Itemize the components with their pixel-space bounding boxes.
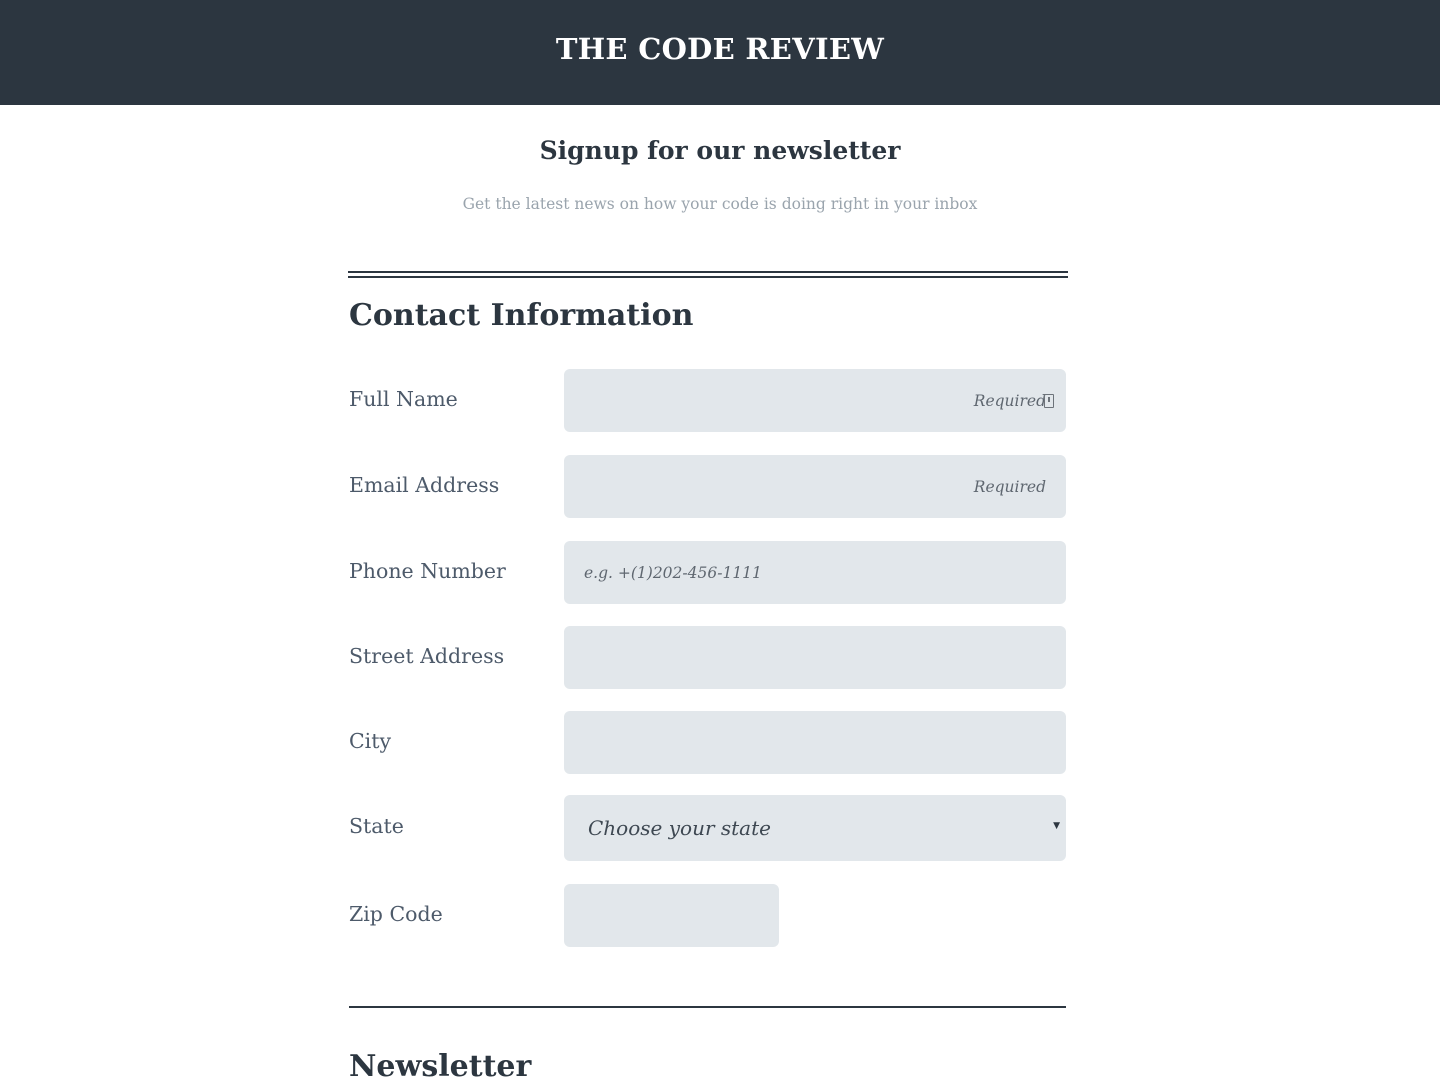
site-header: THE CODE REVIEW (0, 0, 1440, 105)
phone-input[interactable]: e.g. +(1)202-456-1111 (564, 541, 1066, 604)
newsletter-heading: Newsletter (349, 1049, 532, 1084)
street-label: Street Address (349, 644, 505, 668)
state-label: State (349, 814, 404, 838)
street-input[interactable] (564, 626, 1066, 689)
contact-information-heading: Contact Information (349, 298, 694, 333)
phone-label: Phone Number (349, 559, 506, 583)
full-name-label: Full Name (349, 387, 458, 411)
zip-input[interactable] (564, 884, 779, 947)
contact-card-icon[interactable] (1044, 394, 1054, 408)
caret-down-icon: ▼ (1053, 821, 1060, 831)
section-divider (349, 1006, 1066, 1008)
email-label: Email Address (349, 473, 500, 497)
city-label: City (349, 729, 392, 753)
state-selected-value: Choose your state (588, 816, 771, 840)
section-divider-double (348, 271, 1068, 278)
city-input[interactable] (564, 711, 1066, 774)
newsletter-signup-title: Signup for our newsletter (539, 136, 901, 165)
zip-label: Zip Code (349, 902, 443, 926)
full-name-input[interactable]: Required (564, 369, 1066, 432)
email-input[interactable]: Required (564, 455, 1066, 518)
full-name-placeholder: Required (973, 392, 1046, 410)
site-title: THE CODE REVIEW (555, 32, 885, 66)
newsletter-signup-subtitle: Get the latest news on how your code is … (462, 195, 978, 213)
state-select[interactable]: Choose your state ▼ (564, 795, 1066, 861)
phone-placeholder: e.g. +(1)202-456-1111 (584, 564, 762, 582)
email-placeholder: Required (973, 478, 1046, 496)
